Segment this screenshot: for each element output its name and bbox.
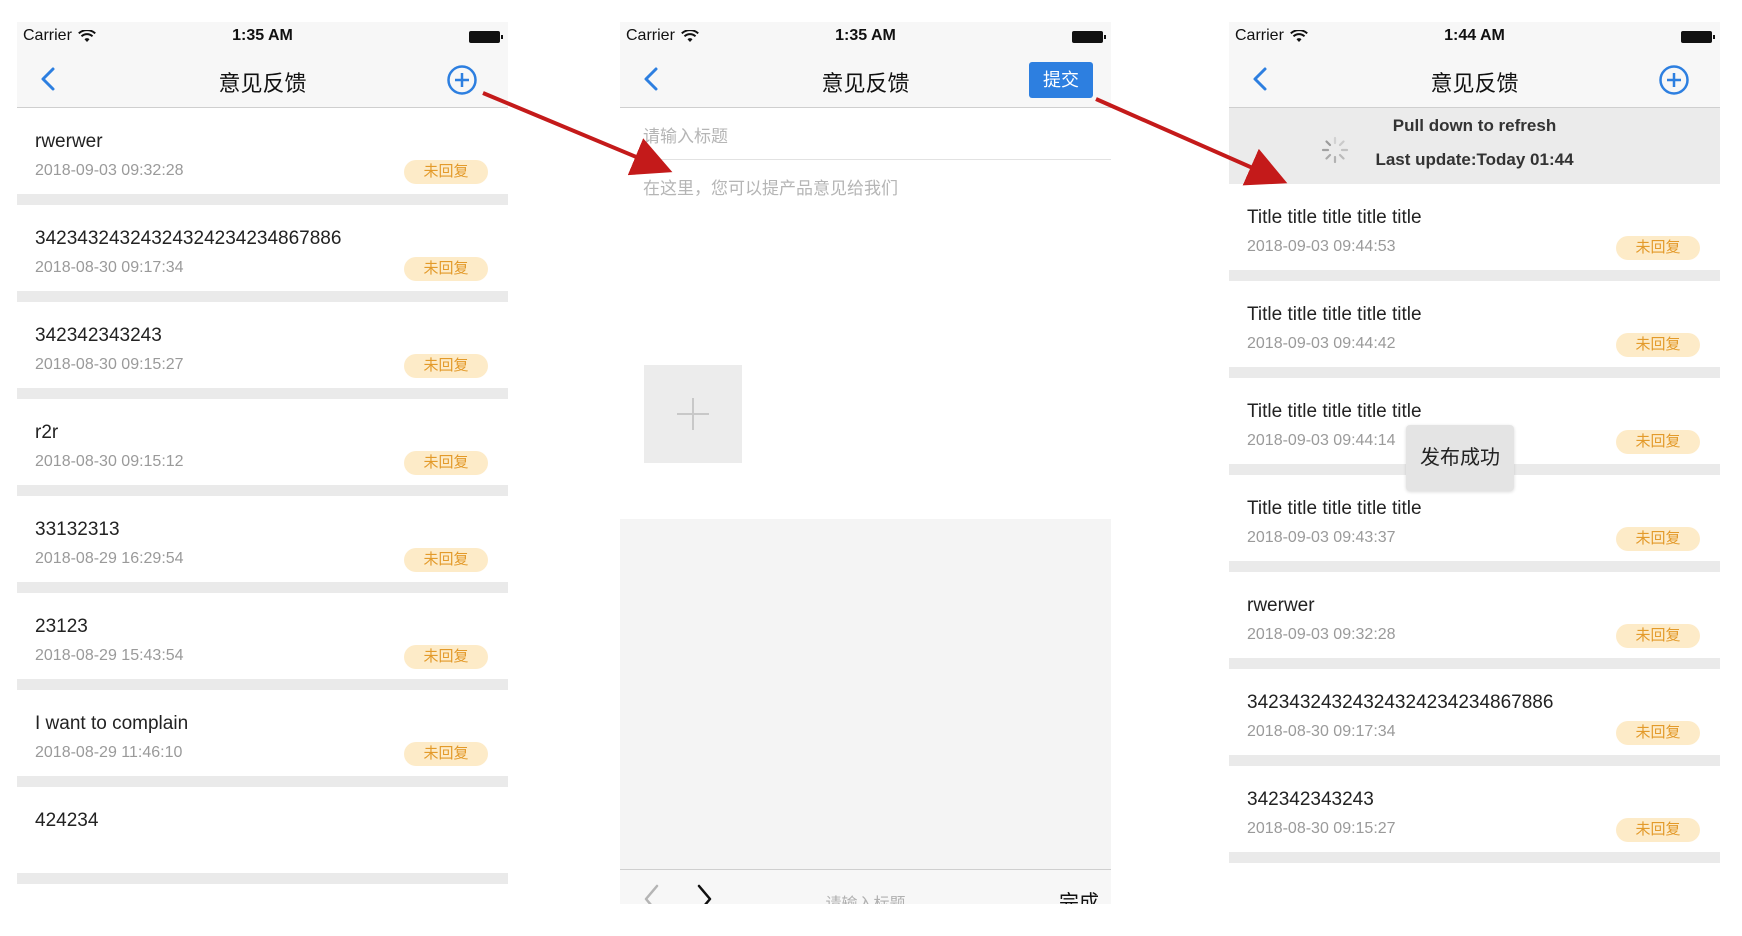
flow-arrow-1	[482, 91, 673, 176]
flow-arrow-2	[1095, 97, 1288, 186]
flow-arrows	[482, 91, 1288, 186]
